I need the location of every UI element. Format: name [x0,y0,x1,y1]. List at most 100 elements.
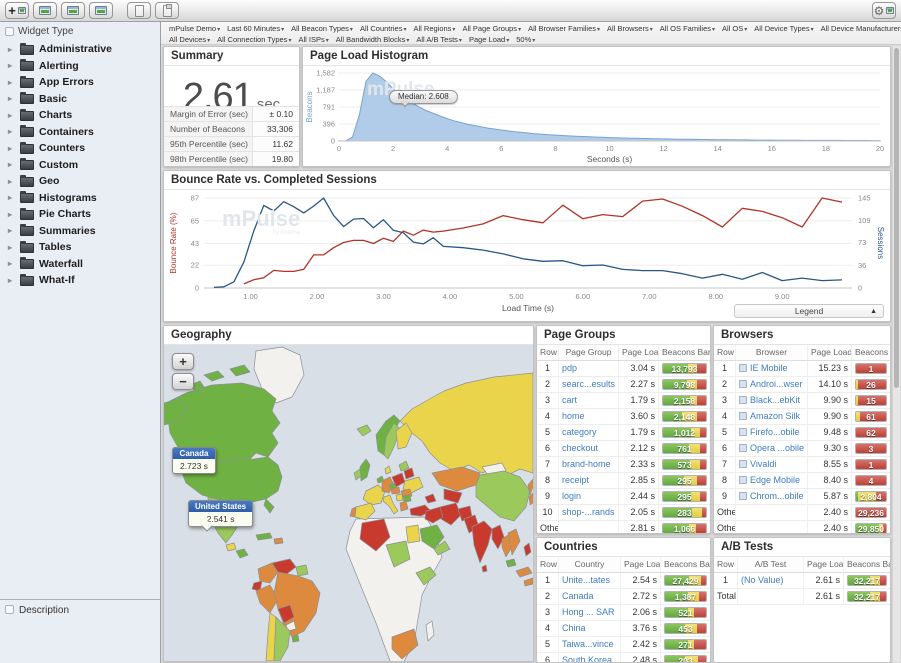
name-link[interactable]: cart [562,395,577,405]
sidebar-item-app-errors[interactable]: ▸App Errors [8,74,160,91]
name-link[interactable]: (No Value) [741,575,783,585]
filter-all-os-families[interactable]: All OS Families▾ [660,24,715,34]
sidebar-item-pie-charts[interactable]: ▸Pie Charts [8,206,160,223]
add-widget-button[interactable]: + [5,2,29,19]
filter-all-a-b-tests[interactable]: All A/B Tests▾ [416,35,462,45]
name-link[interactable]: pdp [562,363,577,373]
sidebar-item-geo[interactable]: ▸Geo [8,173,160,190]
column-header-page-load[interactable]: Page Load [804,557,844,572]
disclosure-triangle-icon[interactable]: ▸ [8,210,15,219]
filter-all-browser-families[interactable]: All Browser Families▾ [528,24,600,34]
sidebar-item-alerting[interactable]: ▸Alerting [8,58,160,75]
disclosure-triangle-icon[interactable]: ▸ [8,45,15,54]
filter-all-page-groups[interactable]: All Page Groups▾ [462,24,521,34]
disclosure-triangle-icon[interactable]: ▸ [8,61,15,70]
zoom-in-button[interactable]: + [172,353,194,370]
sidebar-item-custom[interactable]: ▸Custom [8,157,160,174]
filter-last-60-minutes[interactable]: Last 60 Minutes▾ [227,24,284,34]
column-header-page-load[interactable]: Page Load▼ [808,345,852,360]
sidebar-item-what-if[interactable]: ▸What-If [8,272,160,289]
column-header-beacons-bar[interactable]: Beacons Bar▼ [659,345,710,360]
copy-button[interactable] [127,2,151,19]
vertical-scrollbar[interactable] [892,46,900,662]
filter-all-beacon-types[interactable]: All Beacon Types▾ [291,24,353,34]
sidebar-item-summaries[interactable]: ▸Summaries [8,223,160,240]
filter-all-connection-types[interactable]: All Connection Types▾ [217,35,291,45]
column-header-page-load[interactable]: Page Load [619,345,659,360]
disclosure-triangle-icon[interactable]: ▸ [8,193,15,202]
disclosure-triangle-icon[interactable]: ▸ [8,94,15,103]
name-link[interactable]: South Korea [562,655,612,663]
legend-toggle[interactable]: Legend▲ [734,304,884,318]
disclosure-triangle-icon[interactable]: ▸ [8,177,15,186]
filter-all-device-types[interactable]: All Device Types▾ [754,24,813,34]
disclosure-triangle-icon[interactable]: ▸ [8,127,15,136]
name-link[interactable]: home [562,411,585,421]
name-link[interactable]: shop-...rands [562,507,615,517]
column-header-a-b-test[interactable]: A/B Test [738,557,804,572]
sidebar-item-administrative[interactable]: ▸Administrative [8,41,160,58]
name-link[interactable]: searc...esults [562,379,615,389]
filter-all-isps[interactable]: All ISPs▾ [298,35,328,45]
name-link[interactable]: China [562,623,586,633]
column-header-row[interactable]: Row [537,557,559,572]
settings-button[interactable]: ⚙ [872,2,896,19]
disclosure-triangle-icon[interactable]: ▸ [8,259,15,268]
disclosure-triangle-icon[interactable]: ▸ [8,111,15,120]
column-header-row[interactable]: Row [714,345,736,360]
name-link[interactable]: receipt [562,475,589,485]
layout-window-button-3[interactable] [89,2,113,19]
column-header-beacons-bar[interactable]: Beacons Bar▼ [661,557,710,572]
layout-window-button-2[interactable] [61,2,85,19]
column-header-page-group[interactable]: Page Group [559,345,619,360]
disclosure-triangle-icon[interactable]: ▸ [8,160,15,169]
name-link[interactable]: checkout [562,443,598,453]
disclosure-triangle-icon[interactable]: ▸ [8,276,15,285]
name-link[interactable]: Opera ...obile [750,443,804,453]
column-header-row[interactable]: Row [537,345,559,360]
sidebar-item-tables[interactable]: ▸Tables [8,239,160,256]
filter-all-countries[interactable]: All Countries▾ [360,24,407,34]
filter-all-os[interactable]: All OS▾ [722,24,747,34]
filter-page-load[interactable]: Page Load▾ [469,35,509,45]
name-link[interactable]: Taiwa...vince [562,639,614,649]
sidebar-item-waterfall[interactable]: ▸Waterfall [8,256,160,273]
name-link[interactable]: Hong ... SAR [562,607,615,617]
filter-mpulse-demo[interactable]: mPulse Demo▾ [169,24,220,34]
world-map[interactable]: + − Canada 2.723 s United States 2.541 s [164,345,533,661]
filter-all-devices[interactable]: All Devices▾ [169,35,210,45]
name-link[interactable]: Canada [562,591,594,601]
name-link[interactable]: Androi...wser [750,379,803,389]
paste-button[interactable] [155,2,179,19]
scrollbar-thumb[interactable] [894,48,899,388]
name-link[interactable]: Chrom...obile [750,491,804,501]
sidebar-item-charts[interactable]: ▸Charts [8,107,160,124]
zoom-out-button[interactable]: − [172,373,194,390]
column-header-page-load[interactable]: Page Load [621,557,661,572]
name-link[interactable]: IE Mobile [750,363,788,373]
filter-all-regions[interactable]: All Regions▾ [413,24,455,34]
name-link[interactable]: Amazon Silk [750,411,800,421]
name-link[interactable]: login [562,491,581,501]
column-header-country[interactable]: Country [559,557,621,572]
filter-all-browsers[interactable]: All Browsers▾ [607,24,653,34]
disclosure-triangle-icon[interactable]: ▸ [8,243,15,252]
filter-50-[interactable]: 50%▾ [516,35,535,45]
sidebar-item-basic[interactable]: ▸Basic [8,91,160,108]
column-header-beacons-bar[interactable]: Beacons Bar▼ [844,557,890,572]
name-link[interactable]: Edge Mobile [750,475,800,485]
name-link[interactable]: Vivaldi [750,459,776,469]
disclosure-triangle-icon[interactable]: ▸ [8,144,15,153]
disclosure-triangle-icon[interactable]: ▸ [8,226,15,235]
filter-all-device-manufacturers[interactable]: All Device Manufacturers▾ [821,24,901,34]
name-link[interactable]: Black...ebKit [750,395,800,405]
name-link[interactable]: Unite...tates [562,575,610,585]
layout-window-button-1[interactable] [33,2,57,19]
column-header-beacons-bar[interactable]: Beacons Bar [852,345,890,360]
name-link[interactable]: brand-home [562,459,611,469]
name-link[interactable]: category [562,427,597,437]
sidebar-item-containers[interactable]: ▸Containers [8,124,160,141]
filter-all-bandwidth-blocks[interactable]: All Bandwidth Blocks▾ [336,35,410,45]
sidebar-item-counters[interactable]: ▸Counters [8,140,160,157]
name-link[interactable]: Firefo...obile [750,427,800,437]
